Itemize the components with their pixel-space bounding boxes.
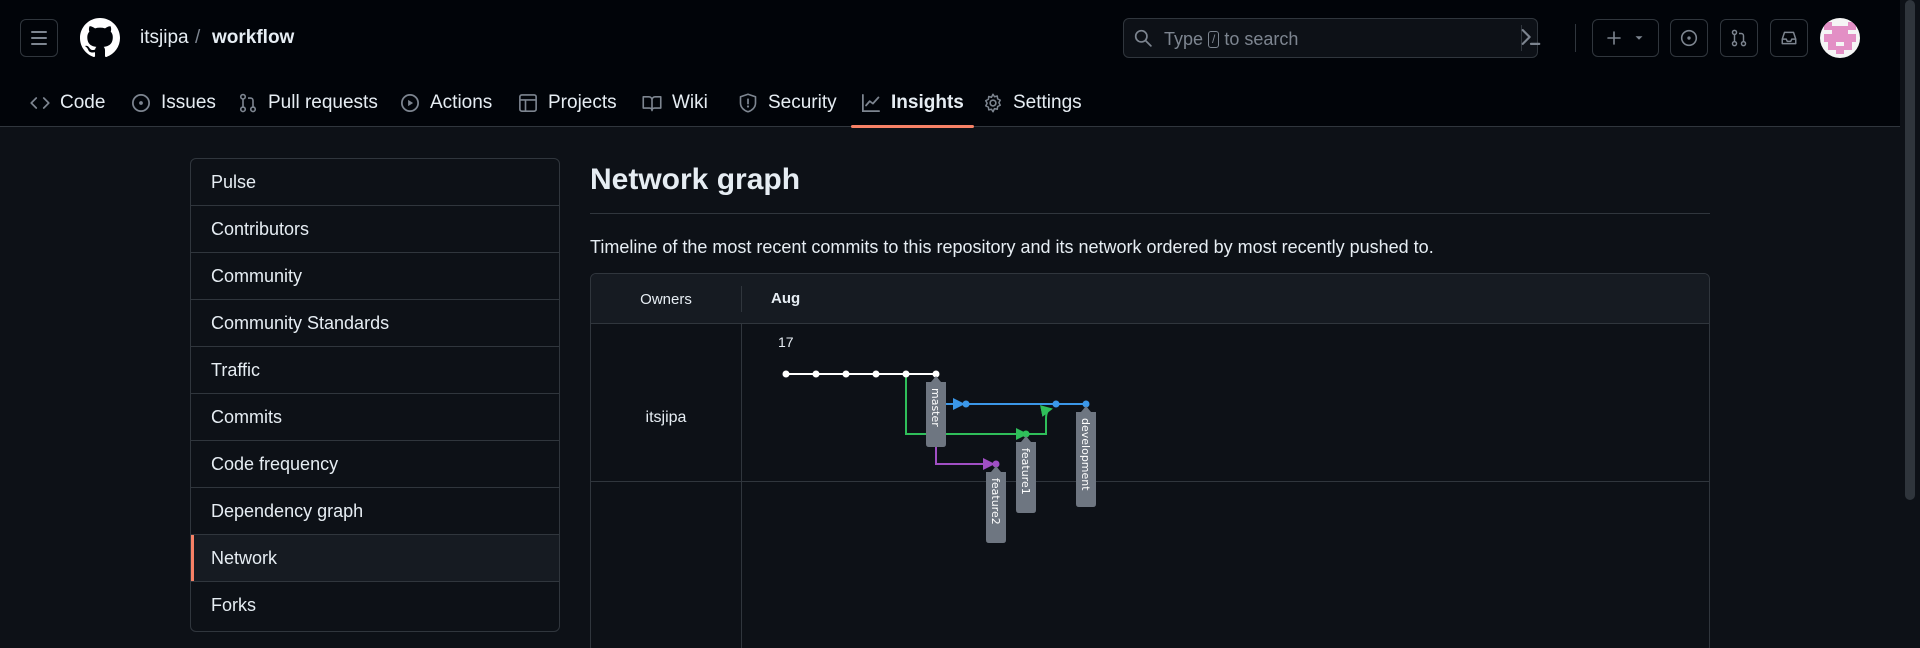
- pull-request-icon: [1731, 29, 1747, 47]
- chevron-down-icon: [1635, 36, 1642, 40]
- pull-requests-button[interactable]: [1720, 19, 1758, 57]
- tab-projects[interactable]: Projects: [508, 78, 627, 127]
- app-header: itsjipa / workflow Type / to search Code…: [0, 0, 1900, 128]
- menu-item-network[interactable]: Network: [191, 535, 559, 582]
- commit-dot: [902, 370, 910, 378]
- inbox-icon: [1781, 31, 1797, 45]
- page-description: Timeline of the most recent commits to t…: [590, 237, 1434, 257]
- play-icon: [401, 93, 419, 112]
- graph-icon: [862, 93, 880, 112]
- avatar[interactable]: [1820, 18, 1860, 58]
- book-icon: [642, 95, 662, 111]
- tab-security[interactable]: Security: [728, 78, 847, 127]
- tab-pull-requests[interactable]: Pull requests: [228, 78, 388, 127]
- page-title: Network graph: [590, 163, 801, 196]
- menu-item-code-frequency[interactable]: Code frequency: [191, 441, 559, 488]
- search-shortcut-key: /: [1208, 31, 1220, 48]
- commit-dot: [812, 370, 820, 378]
- insights-side-menu: Pulse Contributors Community Community S…: [190, 158, 560, 632]
- search-input[interactable]: Type / to search: [1123, 18, 1538, 58]
- menu-item-pulse[interactable]: Pulse: [191, 159, 559, 206]
- svg-text:feature1: feature1: [1019, 448, 1032, 495]
- feature1-merge-line: [1026, 405, 1053, 435]
- plus-icon: [1606, 31, 1621, 45]
- table-icon: [519, 93, 537, 112]
- tab-wiki[interactable]: Wiki: [632, 78, 718, 127]
- github-logo-icon[interactable]: [80, 18, 120, 58]
- breadcrumb-separator: /: [195, 27, 201, 48]
- menu-button[interactable]: [20, 19, 58, 57]
- search-icon: [1134, 29, 1152, 47]
- branch-label-feature2: feature2: [986, 466, 1006, 543]
- pull-request-icon: [239, 93, 257, 112]
- gear-icon: [985, 93, 1001, 112]
- menu-item-dependency-graph[interactable]: Dependency graph: [191, 488, 559, 535]
- commit-dot: [962, 400, 970, 408]
- search-placeholder: Type / to search: [1164, 29, 1299, 49]
- code-icon: [30, 96, 50, 109]
- branch-label-feature1: feature1: [1016, 436, 1036, 513]
- command-palette-icon[interactable]: [1520, 26, 1542, 48]
- page-scrollbar[interactable]: [1900, 0, 1920, 648]
- menu-item-contributors[interactable]: Contributors: [191, 206, 559, 253]
- menu-item-community[interactable]: Community: [191, 253, 559, 300]
- branch-label-master: master: [926, 376, 946, 447]
- branch-label-development: development: [1076, 406, 1096, 507]
- issue-opened-icon: [132, 93, 150, 112]
- commit-dot: [1052, 400, 1060, 408]
- tab-actions[interactable]: Actions: [390, 78, 502, 127]
- svg-text:development: development: [1079, 418, 1092, 491]
- commit-dot: [872, 370, 880, 378]
- menu-item-commits[interactable]: Commits: [191, 394, 559, 441]
- create-new-button[interactable]: [1592, 19, 1659, 57]
- hamburger-icon: [31, 31, 47, 45]
- menu-item-community-standards[interactable]: Community Standards: [191, 300, 559, 347]
- tab-code[interactable]: Code: [20, 78, 115, 127]
- title-divider: [590, 213, 1710, 214]
- issue-opened-icon: [1680, 29, 1698, 47]
- inbox-button[interactable]: [1770, 19, 1808, 57]
- commit-dot: [842, 370, 850, 378]
- menu-item-forks[interactable]: Forks: [191, 582, 559, 629]
- menu-item-traffic[interactable]: Traffic: [191, 347, 559, 394]
- tab-settings[interactable]: Settings: [973, 78, 1092, 127]
- commit-dot: [782, 370, 790, 378]
- tab-insights[interactable]: Insights: [851, 78, 974, 128]
- breadcrumb-repo[interactable]: workflow: [212, 27, 294, 49]
- svg-text:feature2: feature2: [989, 478, 1002, 525]
- breadcrumb-owner[interactable]: itsjipa: [140, 27, 189, 49]
- network-graph[interactable]: Owners Aug itsjipa 17 master development…: [590, 273, 1710, 648]
- issues-button[interactable]: [1670, 19, 1708, 57]
- svg-text:master: master: [929, 388, 942, 427]
- tab-issues[interactable]: Issues: [121, 78, 226, 127]
- network-graph-canvas: master development feature1 feature2: [782, 370, 1096, 543]
- repo-nav-tabs: Code Issues Pull requests Actions Projec…: [0, 78, 1100, 128]
- shield-icon: [739, 92, 757, 113]
